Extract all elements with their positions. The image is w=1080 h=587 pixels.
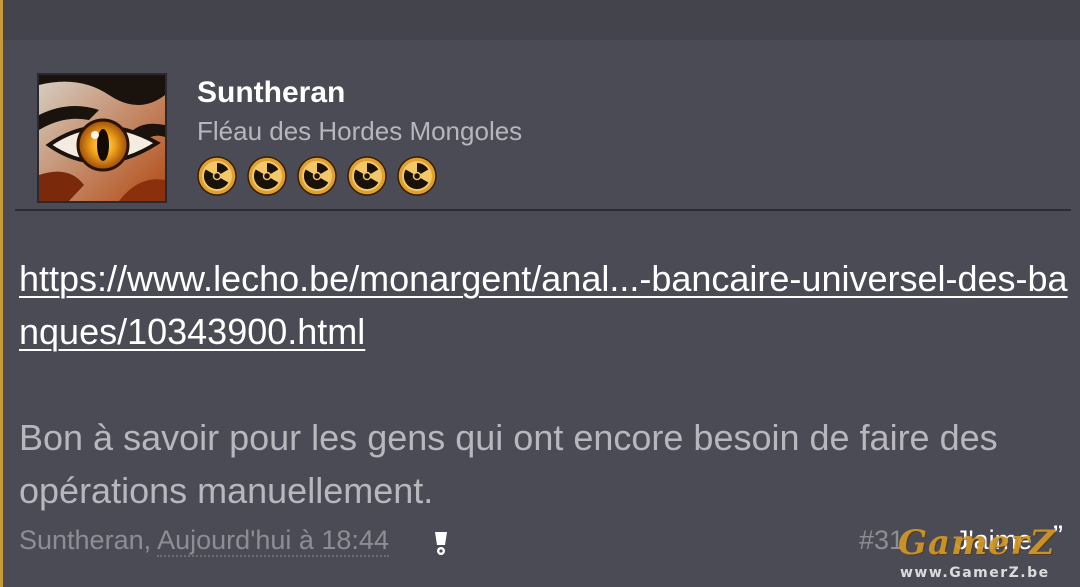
radiation-badge-icon — [397, 156, 437, 196]
radiation-badge-icon — [247, 156, 287, 196]
radiation-badge-icon — [197, 156, 237, 196]
post-header-divider — [15, 209, 1071, 211]
post-author-username[interactable]: Suntheran — [197, 76, 345, 110]
report-icon[interactable] — [431, 530, 451, 556]
post-meta: Suntheran, Aujourd'hui à 18:44 — [19, 525, 389, 557]
quote-icon[interactable]: ” — [1053, 520, 1063, 554]
watermark-url: www.GamerZ.be — [900, 565, 1050, 581]
user-badges — [197, 156, 437, 198]
avatar[interactable] — [37, 73, 167, 203]
meta-author[interactable]: Suntheran, — [19, 525, 151, 555]
forum-post: Suntheran Fléau des Hordes Mongoles http… — [3, 40, 1080, 587]
radiation-badge-icon — [297, 156, 337, 196]
post-number[interactable]: #31 — [859, 525, 904, 556]
article-link[interactable]: https://www.lecho.be/monargent/anal...-b… — [19, 258, 1068, 352]
page: Suntheran Fléau des Hordes Mongoles http… — [0, 0, 1080, 587]
radiation-badge-icon — [347, 156, 387, 196]
user-title: Fléau des Hordes Mongoles — [197, 116, 523, 146]
post-date[interactable]: Aujourd'hui à 18:44 — [157, 525, 389, 557]
post-content: https://www.lecho.be/monargent/anal...-b… — [19, 252, 1069, 517]
tiger-eye-avatar-image — [39, 75, 165, 201]
previous-post-band — [3, 0, 1080, 41]
like-button[interactable]: J'aime — [955, 525, 1032, 556]
post-body-text: Bon à savoir pour les gens qui ont encor… — [19, 417, 998, 511]
